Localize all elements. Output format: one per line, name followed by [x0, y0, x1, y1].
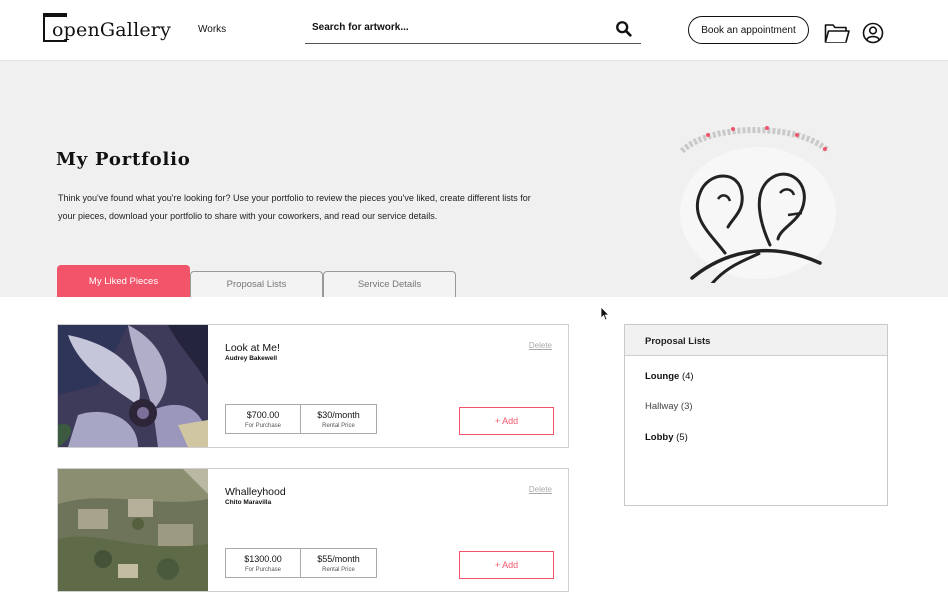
artwork-artist: Chito Maravilla [225, 499, 272, 506]
rental-label: Rental Price [322, 423, 355, 429]
purchase-label: For Purchase [244, 567, 281, 573]
rental-label: Rental Price [322, 567, 355, 573]
logo-text: openGallery [52, 19, 172, 41]
purchase-price: $700.00 [246, 410, 280, 420]
rental-price-box: $30/month Rental Price [301, 404, 377, 434]
rental-price: $30/month [317, 410, 360, 420]
page-title: My Portfolio [56, 149, 191, 170]
add-to-list-button[interactable]: + Add [459, 407, 554, 435]
rental-price: $55/month [317, 554, 360, 564]
proposal-list-count: (3) [680, 401, 693, 412]
panel-title: Proposal Lists [625, 325, 887, 356]
artwork-title[interactable]: Look at Me! [225, 342, 280, 354]
hero-illustration [679, 126, 836, 283]
purchase-price-box: $1300.00 For Purchase [225, 548, 301, 578]
user-account-icon[interactable] [862, 22, 884, 44]
rental-price-box: $55/month Rental Price [301, 548, 377, 578]
purchase-label: For Purchase [244, 423, 281, 429]
folder-icon[interactable] [824, 22, 850, 44]
mouse-cursor-icon [600, 306, 610, 321]
tab-service-details[interactable]: Service Details [323, 271, 456, 297]
artwork-artist: Audrey Bakewell [225, 355, 278, 362]
search-input[interactable] [312, 22, 602, 33]
logo[interactable]: openGallery [43, 13, 171, 43]
proposal-list-item-lounge[interactable]: Lounge (4) [645, 371, 694, 382]
add-to-list-button[interactable]: + Add [459, 551, 554, 579]
tab-proposal-lists[interactable]: Proposal Lists [190, 271, 323, 297]
purchase-price: $1300.00 [244, 554, 282, 564]
proposal-lists-panel: Proposal Lists Lounge (4) Hallway (3) Lo… [624, 324, 888, 506]
hero-section: My Portfolio Think you've found what you… [0, 61, 948, 297]
artwork-thumbnail[interactable] [58, 325, 208, 447]
search-icon[interactable] [615, 20, 633, 38]
page-description: Think you've found what you're looking f… [58, 193, 531, 221]
artwork-card: Whalleyhood Chito Maravilla Delete $1300… [57, 468, 569, 592]
proposal-list-count: (4) [681, 371, 694, 382]
proposal-list-count: (5) [676, 432, 688, 443]
proposal-list-item-hallway[interactable]: Hallway (3) [645, 401, 693, 412]
artwork-card: Look at Me! Audrey Bakewell Delete $700.… [57, 324, 569, 448]
delete-link[interactable]: Delete [529, 485, 552, 494]
proposal-list-name: Lobby [645, 432, 674, 443]
top-header: openGallery Works Book an appointment [0, 0, 948, 61]
proposal-list-name: Lounge [645, 371, 680, 382]
nav-works-link[interactable]: Works [198, 24, 226, 35]
artwork-thumbnail[interactable] [58, 469, 208, 591]
proposal-list-name: Hallway [645, 401, 679, 412]
proposal-list-item-lobby[interactable]: Lobby (5) [645, 432, 688, 443]
tab-my-liked-pieces[interactable]: My Liked Pieces [57, 265, 190, 297]
purchase-price-box: $700.00 For Purchase [225, 404, 301, 434]
artwork-title[interactable]: Whalleyhood [225, 486, 286, 498]
search-bar [305, 16, 641, 44]
delete-link[interactable]: Delete [529, 341, 552, 350]
book-appointment-button[interactable]: Book an appointment [688, 16, 809, 44]
